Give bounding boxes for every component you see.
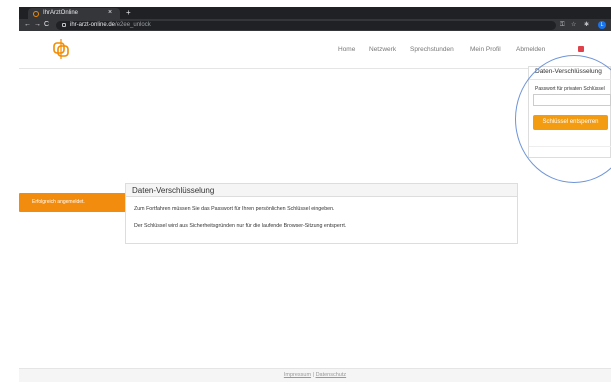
tab-close-icon[interactable]: × xyxy=(108,8,112,18)
nav-netzwerk[interactable]: Netzwerk xyxy=(369,44,396,56)
datenschutz-link[interactable]: Datenschutz xyxy=(316,372,347,378)
extensions-icon[interactable]: ✱ xyxy=(584,20,589,31)
card-title: Daten-Verschlüsselung xyxy=(132,186,215,195)
favicon-icon xyxy=(33,11,39,17)
url-text[interactable]: ihr-arzt-online.de/e2ee_unlock xyxy=(70,20,151,31)
tab-title: IhrArztOnline xyxy=(43,10,79,16)
forward-icon[interactable]: → xyxy=(34,19,41,31)
footer-links: Impressum | Datenschutz xyxy=(0,370,611,380)
logo-icon[interactable] xyxy=(52,38,70,60)
star-icon[interactable]: ☆ xyxy=(571,20,576,31)
key-icon[interactable]: ⚿ xyxy=(560,20,565,31)
reload-icon[interactable]: C xyxy=(44,19,49,31)
url-path: /e2ee_unlock xyxy=(115,22,151,28)
nav-mein-profil[interactable]: Mein Profil xyxy=(470,44,501,56)
footer-separator: | xyxy=(312,372,315,378)
nav-abmelden[interactable]: Abmelden xyxy=(516,44,545,56)
new-tab-button[interactable]: + xyxy=(126,8,131,18)
nav-sprechstunden[interactable]: Sprechstunden xyxy=(410,44,454,56)
profile-avatar[interactable]: L xyxy=(598,21,606,29)
profile-initial: L xyxy=(600,22,604,28)
url-host: ihr-arzt-online.de xyxy=(70,22,116,28)
left-margin xyxy=(0,0,19,384)
impressum-link[interactable]: Impressum xyxy=(284,372,311,378)
lock-badge-icon[interactable] xyxy=(578,46,584,52)
lock-icon[interactable] xyxy=(62,23,66,27)
card-text-line-2: Der Schlüssel wird aus Sicherheitsgründe… xyxy=(134,223,347,229)
back-icon[interactable]: ← xyxy=(24,19,31,31)
card-text-line-1: Zum Fortfahren müssen Sie das Passwort f… xyxy=(134,206,335,212)
nav-home[interactable]: Home xyxy=(338,44,355,56)
